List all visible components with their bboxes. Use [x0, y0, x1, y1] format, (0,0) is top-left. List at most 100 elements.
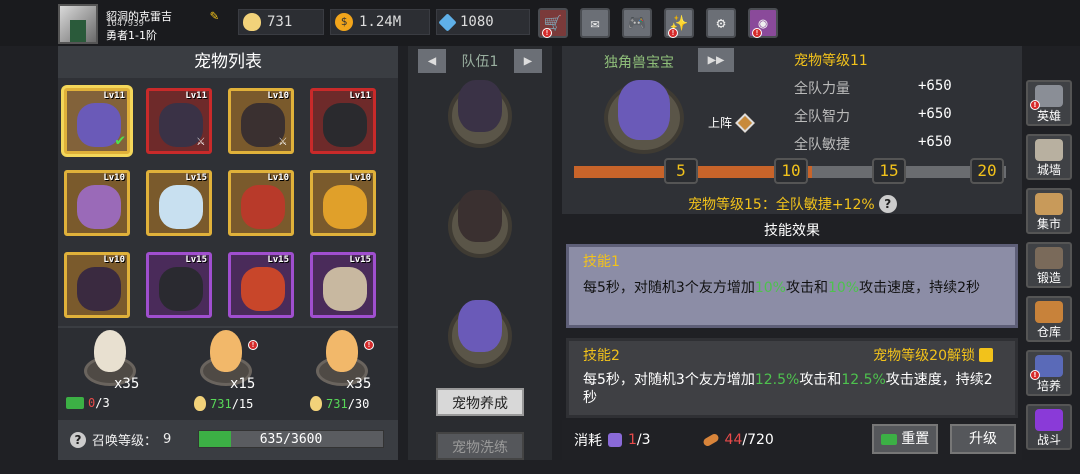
egg-cost: 731/30 [310, 396, 369, 411]
pet-card[interactable]: Lv15 [310, 252, 376, 318]
egg-cost: 731/15 [194, 396, 253, 411]
skill-2-desc: 每5秒，对随机3个友方增加12.5%攻击和12.5%攻击速度，持续2秒 [583, 371, 1003, 407]
help-icon[interactable]: ? [70, 431, 86, 448]
skill-desc-text: 每5秒，对随机3个友方增加 [583, 372, 755, 388]
upgrade-button[interactable]: 升级 [950, 424, 1016, 454]
cost-current: 731 [326, 396, 348, 411]
pet-card[interactable]: Lv10 [310, 170, 376, 236]
pet-card[interactable]: Lv15 [228, 252, 294, 318]
team-label: 队伍1 [461, 54, 499, 70]
nav-anvil[interactable]: 锻造 [1026, 242, 1072, 288]
crossed-swords-icon: ⚔ [278, 133, 287, 149]
team-prev-button[interactable]: ◀ [418, 49, 446, 73]
pet-card[interactable]: Lv11 ✔ [64, 88, 130, 154]
skills-title: 技能效果 [764, 223, 820, 239]
avatar[interactable] [58, 4, 98, 44]
nav-alert-badge: ! [1030, 370, 1040, 380]
pet-level-label: Lv11 [349, 91, 371, 101]
gold-count: 1.24M [359, 14, 402, 30]
pet-sprite [77, 185, 121, 229]
settings-button[interactable]: ⚙ [706, 8, 736, 38]
sparkle-button[interactable]: ✨ ! [664, 8, 694, 38]
pet-list-title: 宠物列表 [194, 52, 262, 72]
skill-1-desc: 每5秒，对随机3个友方增加10%攻击和10%攻击速度，持续2秒 [583, 279, 1003, 297]
pet-level-label: Lv10 [349, 173, 371, 183]
egg-count: 731 [267, 14, 293, 30]
shard-total: /3 [636, 432, 651, 448]
pet-level-label: Lv15 [267, 255, 289, 265]
egg-count: x35 [114, 376, 140, 392]
shop-button[interactable]: 🛒 ! [538, 8, 568, 38]
stat-value: +650 [918, 106, 952, 122]
stat-label: 全队敏捷 [794, 137, 850, 153]
pet-level-label: Lv15 [349, 255, 371, 265]
nav-label: 战斗 [1036, 433, 1061, 447]
level-milestone-bar: 5 10 15 20 [574, 158, 1006, 184]
milestone-10: 10 [774, 158, 808, 184]
spin-alert-badge: ! [752, 28, 762, 38]
egg-icon [94, 330, 126, 372]
mail-button[interactable]: ✉ [580, 8, 610, 38]
bone-icon [701, 432, 720, 448]
pet-card[interactable]: Lv10 [64, 170, 130, 236]
gamepad-button[interactable]: 🎮 [622, 8, 652, 38]
nav-label: 锻造 [1036, 271, 1061, 285]
pet-sprite [77, 267, 121, 311]
pet-card[interactable]: Lv11 ⚔ [146, 88, 212, 154]
team-selector: ◀ 队伍1 ▶ [418, 48, 542, 74]
pet-level-label: Lv15 [185, 173, 207, 183]
bone-total: /720 [742, 432, 774, 448]
milestone-15: 15 [872, 158, 906, 184]
pet-card[interactable]: Lv10 [228, 170, 294, 236]
gem-icon [438, 12, 457, 32]
pet-level-label: Lv11 [103, 91, 125, 101]
nav-label: 城墙 [1036, 163, 1061, 177]
team-slot-1[interactable] [448, 80, 512, 148]
upgrade-cost: 消耗 1/3 44/720 [574, 430, 774, 450]
pet-sprite [458, 80, 502, 132]
team-slot-3[interactable] [448, 300, 512, 368]
spin-wheel-button[interactable]: ◉ ! [748, 8, 778, 38]
pet-wash-button[interactable]: 宠物洗练 [436, 432, 524, 460]
skill-value: 10% [827, 280, 860, 296]
mail-icon: ✉ [590, 14, 600, 32]
help-icon[interactable]: ? [878, 195, 897, 213]
summon-level-value: 9 [163, 432, 172, 447]
pet-sprite [323, 103, 367, 147]
pet-card[interactable]: Lv11 [310, 88, 376, 154]
pet-sprite [241, 267, 285, 311]
pet-sprite [159, 267, 203, 311]
pet-card[interactable]: Lv10 [64, 252, 130, 318]
cost-current: 731 [210, 396, 232, 411]
skill-desc-text: 攻击和 [799, 372, 842, 388]
stat-value: +650 [918, 78, 952, 94]
reset-button[interactable]: 重置 [872, 424, 938, 454]
battle-portal-icon [1035, 409, 1063, 431]
deploy-toggle[interactable]: 上阵 [708, 112, 755, 133]
egg-icon [210, 330, 242, 372]
nav-castle-wall[interactable]: 城墙 [1026, 134, 1072, 180]
pet-card[interactable]: Lv15 [146, 170, 212, 236]
next-pet-button[interactable]: ▶▶ [698, 48, 734, 72]
pet-card[interactable]: Lv15 [146, 252, 212, 318]
milestone-bonus: 宠物等级15：全队敏捷+12% ? [688, 194, 897, 214]
pet-level-label: Lv11 [185, 91, 207, 101]
nav-battle-portal[interactable]: 战斗 [1026, 404, 1072, 450]
edit-name-icon[interactable]: ✎ [210, 8, 226, 24]
nav-chest[interactable]: 仓库 [1026, 296, 1072, 342]
gold-currency: $ 1.24M [330, 9, 430, 35]
milestone-5: 5 [664, 158, 698, 184]
pet-train-button[interactable]: 宠物养成 [436, 388, 524, 416]
pet-name: 独角兽宝宝 [604, 55, 674, 71]
consume-label: 消耗 [574, 433, 602, 449]
nav-helmet[interactable]: 英雄! [1026, 80, 1072, 126]
stat-value: +650 [918, 134, 952, 150]
egg-alert-badge: ! [248, 340, 258, 350]
pet-card[interactable]: Lv10 ⚔ [228, 88, 294, 154]
pet-portrait [604, 80, 684, 154]
team-next-button[interactable]: ▶ [513, 49, 542, 73]
pet-level: 宠物等级11 [794, 53, 868, 69]
nav-shrine[interactable]: 培养! [1026, 350, 1072, 396]
nav-market[interactable]: 集市 [1026, 188, 1072, 234]
team-slot-2[interactable] [448, 190, 512, 258]
